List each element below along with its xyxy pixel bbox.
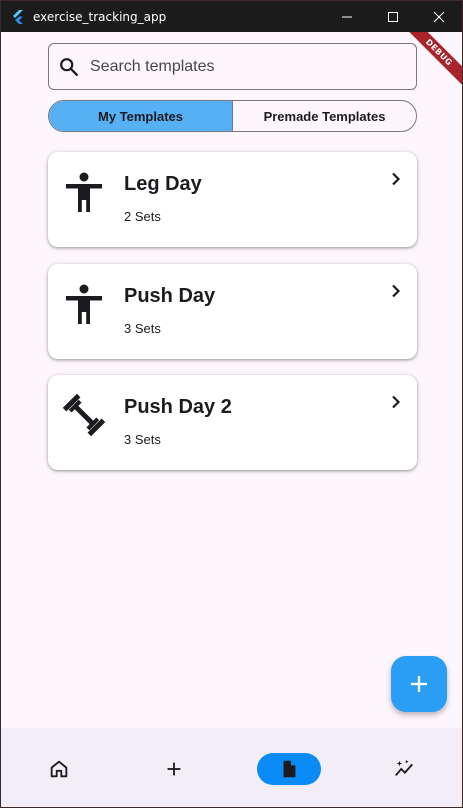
template-name: Push Day [124, 285, 216, 307]
add-template-button[interactable] [391, 656, 447, 712]
close-icon [433, 11, 445, 22]
accessibility-icon [66, 172, 102, 212]
bottom-navigation [1, 728, 462, 807]
accessibility-icon [66, 284, 102, 324]
window-title: exercise_tracking_app [33, 9, 167, 24]
search-field[interactable] [48, 43, 417, 90]
dumbbell-icon [62, 393, 106, 437]
maximize-icon [388, 11, 398, 22]
chevron-right-icon [392, 395, 401, 409]
template-card[interactable]: Push Day 2 3 Sets [48, 375, 417, 470]
nav-item-add[interactable] [116, 728, 231, 807]
minimize-icon [342, 16, 352, 17]
app-window: exercise_tracking_app DEBUG My Templates… [0, 0, 463, 808]
window-controls [324, 1, 462, 32]
title-bar: exercise_tracking_app [1, 1, 462, 32]
document-icon [283, 760, 296, 777]
nav-item-home[interactable] [1, 728, 116, 807]
tab-premade-templates[interactable]: Premade Templates [233, 101, 416, 131]
template-card[interactable]: Push Day 3 Sets [48, 264, 417, 359]
template-name: Leg Day [124, 173, 202, 195]
search-input[interactable] [90, 57, 390, 76]
template-card[interactable]: Leg Day 2 Sets [48, 152, 417, 247]
maximize-button[interactable] [370, 1, 416, 32]
template-name: Push Day 2 [124, 396, 232, 418]
add-icon [167, 762, 181, 775]
nav-item-insights[interactable] [347, 728, 462, 807]
home-icon [50, 760, 67, 777]
template-sets: 3 Sets [124, 432, 161, 447]
auto-graph-icon [395, 759, 414, 776]
search-icon [60, 57, 78, 76]
close-button[interactable] [416, 1, 462, 32]
chevron-right-icon [392, 284, 401, 298]
template-tabs: My Templates Premade Templates [48, 100, 417, 132]
nav-item-templates[interactable] [232, 728, 347, 807]
template-sets: 2 Sets [124, 209, 161, 224]
tab-my-templates[interactable]: My Templates [49, 101, 233, 131]
minimize-button[interactable] [324, 1, 370, 32]
add-icon [411, 676, 427, 692]
flutter-logo-icon [13, 9, 23, 24]
chevron-right-icon [392, 172, 401, 186]
template-sets: 3 Sets [124, 321, 161, 336]
